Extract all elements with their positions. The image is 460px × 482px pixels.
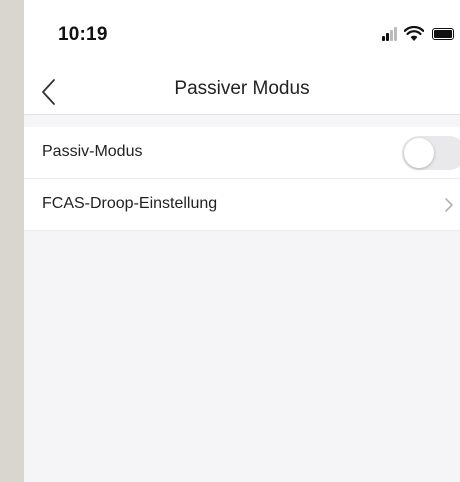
setting-label: FCAS-Droop-Einstellung xyxy=(42,195,218,212)
page-title: Passiver Modus xyxy=(174,78,310,99)
setting-row-fcas-droop[interactable]: FCAS-Droop-Einstellung xyxy=(24,179,460,231)
status-time: 10:19 xyxy=(58,24,108,45)
wifi-icon xyxy=(404,26,424,41)
battery-icon xyxy=(432,28,454,40)
nav-bar: Passiver Modus xyxy=(24,70,460,115)
setting-row-passive-mode: Passiv-Modus xyxy=(24,127,460,179)
status-bar: 10:19 xyxy=(24,0,460,70)
passive-mode-toggle[interactable] xyxy=(402,136,460,170)
chevron-right-icon xyxy=(445,198,453,212)
phone-screen: 10:19 Passiver Modus Passiv-Modus FCAS-D… xyxy=(24,0,460,482)
settings-list: Passiv-Modus FCAS-Droop-Einstellung xyxy=(24,127,460,231)
toggle-knob xyxy=(404,138,434,168)
setting-label: Passiv-Modus xyxy=(42,143,143,160)
signal-icon xyxy=(382,27,400,41)
